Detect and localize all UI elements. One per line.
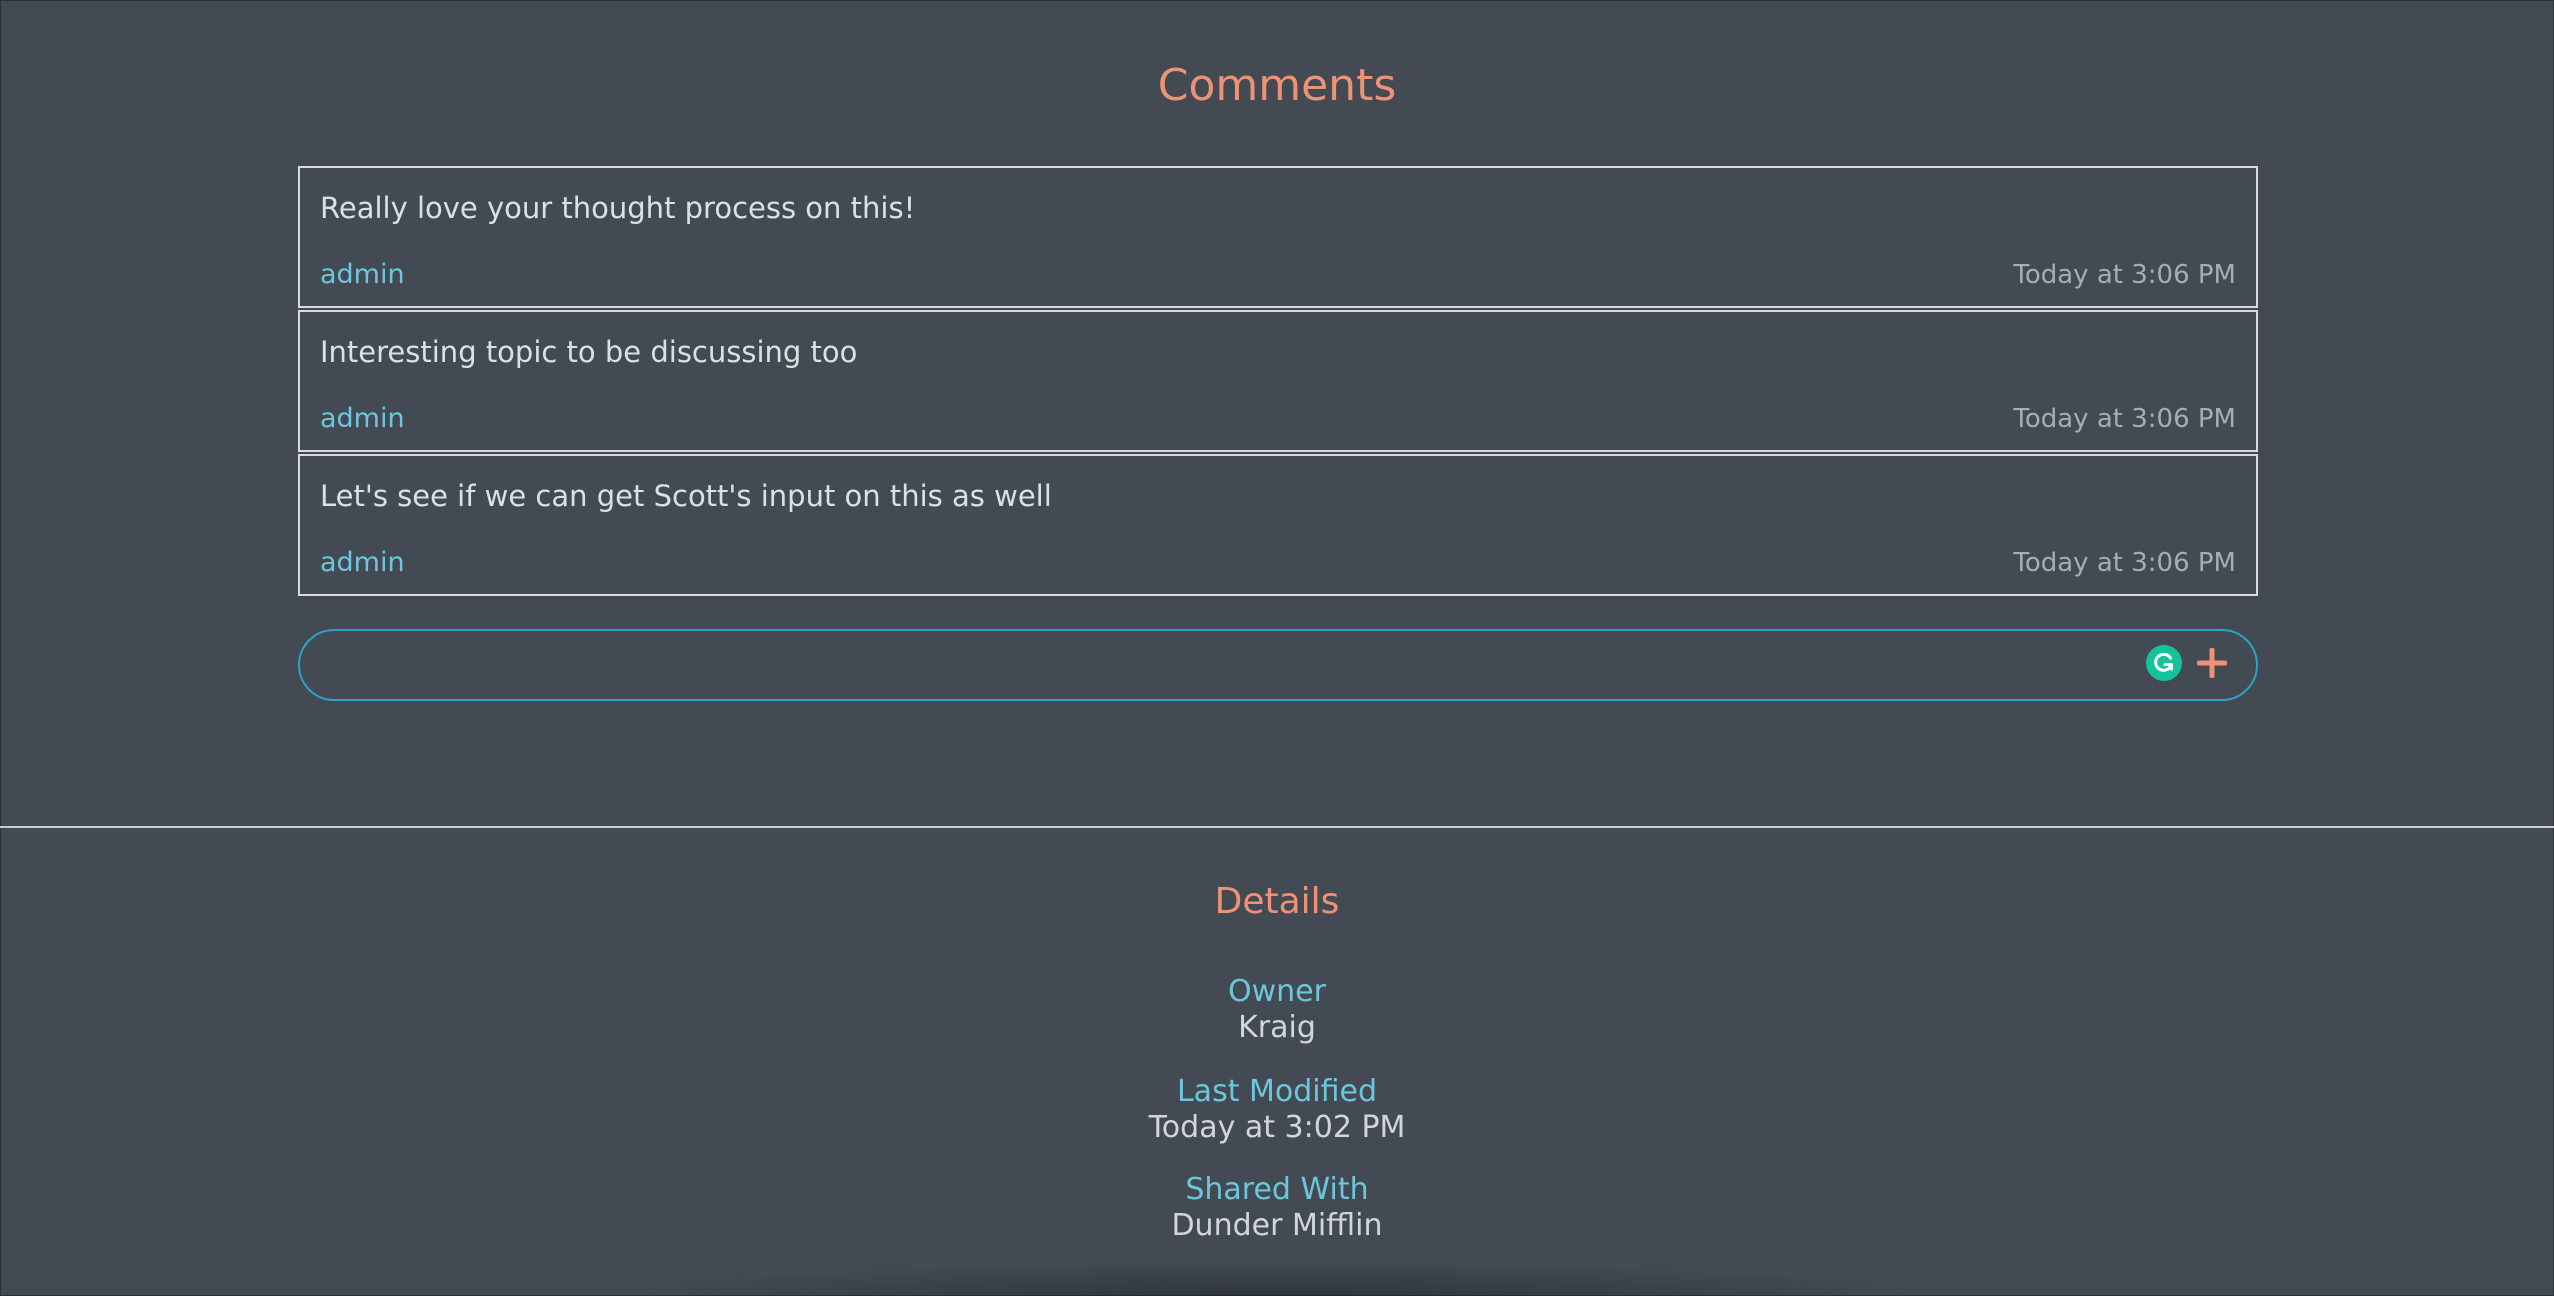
owner-label: Owner xyxy=(1228,974,1326,1009)
comment-item: Really love your thought process on this… xyxy=(298,166,2258,308)
comments-section: Comments Really love your thought proces… xyxy=(0,0,2554,826)
comment-timestamp: Today at 3:06 PM xyxy=(2013,404,2236,434)
comment-text: Really love your thought process on this… xyxy=(320,191,916,225)
comment-author[interactable]: admin xyxy=(320,545,405,581)
comment-list: Really love your thought process on this… xyxy=(298,166,2258,598)
grammarly-icon[interactable] xyxy=(2146,645,2182,681)
add-comment-button[interactable] xyxy=(2194,645,2230,681)
comment-item: Let's see if we can get Scott's input on… xyxy=(298,454,2258,596)
comment-input[interactable] xyxy=(328,639,2132,693)
owner-value: Kraig xyxy=(1238,1010,1316,1045)
comment-timestamp: Today at 3:06 PM xyxy=(2013,260,2236,290)
shared-with-label: Shared With xyxy=(1185,1172,1369,1207)
comment-author[interactable]: admin xyxy=(320,257,405,293)
comments-title: Comments xyxy=(1157,60,1397,111)
comment-author[interactable]: admin xyxy=(320,401,405,437)
comment-text: Interesting topic to be discussing too xyxy=(320,335,858,369)
details-title: Details xyxy=(1214,881,1340,922)
shared-with-value: Dunder Mifflin xyxy=(1171,1208,1383,1243)
comment-item: Interesting topic to be discussing too a… xyxy=(298,310,2258,452)
plus-icon xyxy=(2197,648,2227,678)
comment-input-container xyxy=(298,629,2258,701)
last-modified-value: Today at 3:02 PM xyxy=(1148,1110,1406,1145)
last-modified-label: Last Modified xyxy=(1176,1074,1378,1109)
comment-timestamp: Today at 3:06 PM xyxy=(2013,548,2236,578)
section-divider xyxy=(0,826,2554,828)
bottom-shadow xyxy=(600,1262,1950,1296)
comment-text: Let's see if we can get Scott's input on… xyxy=(320,479,1052,513)
